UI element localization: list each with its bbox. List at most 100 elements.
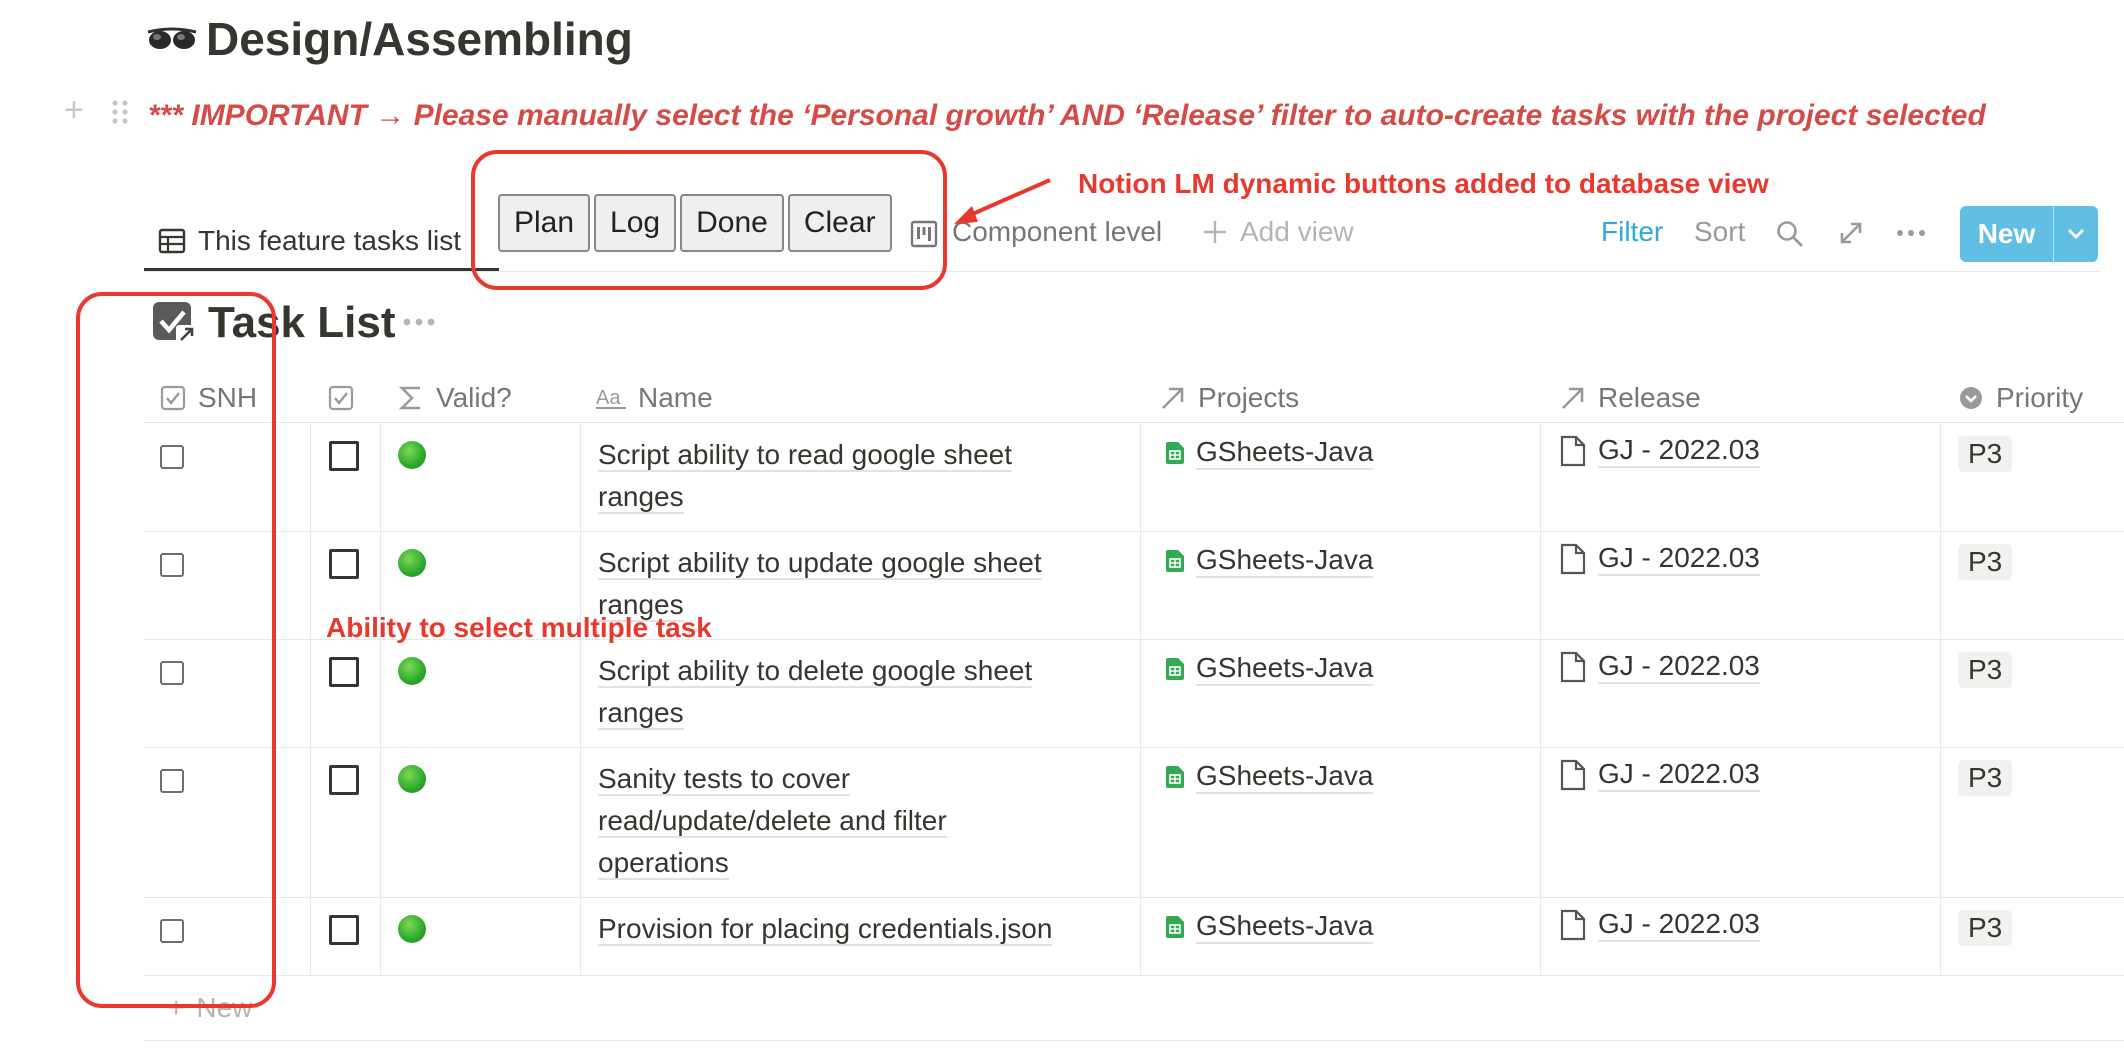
search-icon[interactable] — [1776, 220, 1804, 248]
tab-label: This feature tasks list — [198, 225, 461, 256]
header-divider — [144, 422, 2124, 423]
column-divider — [580, 423, 581, 975]
column-divider — [1940, 423, 1941, 975]
release-relation[interactable]: GJ - 2022.03 — [1560, 758, 1760, 792]
priority-tag[interactable]: P3 — [1958, 760, 2013, 796]
footer-divider — [144, 1040, 2124, 1041]
done-checkbox[interactable] — [329, 657, 359, 687]
google-sheets-icon — [1166, 916, 1184, 938]
task-name[interactable]: Script ability to delete google sheet ra… — [598, 650, 1098, 734]
tab-this-feature-tasks-list[interactable]: This feature tasks list — [146, 210, 461, 272]
add-view-label: Add view — [1240, 216, 1354, 247]
release-name: GJ - 2022.03 — [1598, 908, 1760, 942]
select-property-icon — [1960, 387, 1982, 409]
release-name: GJ - 2022.03 — [1598, 758, 1760, 792]
chevron-down-icon — [2068, 229, 2084, 239]
relation-arrow-icon — [1562, 387, 1584, 409]
column-header-label: Projects — [1198, 382, 1300, 413]
task-name[interactable]: Provision for placing credentials.json — [598, 908, 1098, 950]
add-block-icon[interactable]: + — [64, 93, 94, 127]
checkbox-property-icon — [328, 385, 354, 411]
google-sheets-icon — [1166, 658, 1184, 680]
release-relation[interactable]: GJ - 2022.03 — [1560, 434, 1760, 468]
google-sheets-icon — [1166, 766, 1184, 788]
project-relation[interactable]: GSheets-Java — [1166, 910, 1374, 944]
add-view-button[interactable]: Add view — [1202, 216, 1354, 248]
release-relation[interactable]: GJ - 2022.03 — [1560, 908, 1760, 942]
priority-tag[interactable]: P3 — [1958, 652, 2013, 688]
plus-icon — [1204, 221, 1226, 243]
database-more-icon[interactable] — [402, 316, 436, 328]
column-header-label: Name — [638, 382, 713, 413]
sort-button[interactable]: Sort — [1694, 216, 1745, 248]
text-property-icon: Aa — [596, 387, 626, 409]
column-divider — [380, 423, 381, 975]
priority-tag[interactable]: P3 — [1958, 436, 2013, 472]
column-header-label: Valid? — [436, 382, 512, 413]
tabs-divider — [144, 271, 2100, 272]
table-icon — [158, 228, 186, 254]
project-relation[interactable]: GSheets-Java — [1166, 652, 1374, 686]
column-header-release[interactable]: Release — [1560, 372, 1701, 424]
release-name: GJ - 2022.03 — [1598, 650, 1760, 684]
column-header-checkbox[interactable] — [328, 372, 354, 424]
relation-arrow-icon — [1162, 387, 1184, 409]
annotation-buttons-note: Notion LM dynamic buttons added to datab… — [1078, 168, 1769, 199]
glasses-icon — [147, 27, 197, 49]
release-relation[interactable]: GJ - 2022.03 — [1560, 542, 1760, 576]
row-divider — [144, 747, 2124, 748]
page-icon — [1560, 909, 1586, 941]
annotation-box-select-column — [76, 292, 276, 1008]
filter-button[interactable]: Filter — [1601, 216, 1663, 248]
priority-tag[interactable]: P3 — [1958, 544, 2013, 580]
project-relation[interactable]: GSheets-Java — [1166, 544, 1374, 578]
row-divider — [144, 897, 2124, 898]
drag-handle-icon[interactable] — [110, 98, 130, 126]
google-sheets-icon — [1166, 442, 1184, 464]
valid-indicator-icon — [398, 441, 426, 469]
priority-tag[interactable]: P3 — [1958, 910, 2013, 946]
column-divider — [1140, 423, 1141, 975]
valid-indicator-icon — [398, 549, 426, 577]
project-relation[interactable]: GSheets-Java — [1166, 436, 1374, 470]
column-header-priority[interactable]: Priority — [1958, 372, 2083, 424]
annotation-box-buttons — [471, 150, 947, 290]
new-dropdown-toggle[interactable] — [2054, 206, 2098, 262]
done-checkbox[interactable] — [329, 549, 359, 579]
google-sheets-icon — [1166, 550, 1184, 572]
done-checkbox[interactable] — [329, 765, 359, 795]
annotation-arrow-icon — [954, 178, 1051, 224]
project-name: GSheets-Java — [1196, 436, 1374, 470]
row-divider — [144, 531, 2124, 532]
project-relation[interactable]: GSheets-Java — [1166, 760, 1374, 794]
task-name[interactable]: Script ability to read google sheet rang… — [598, 434, 1098, 518]
svg-text:Aa: Aa — [596, 387, 621, 409]
new-button[interactable]: New — [1960, 206, 2098, 262]
row-divider — [144, 975, 2124, 976]
column-divider — [310, 423, 311, 975]
new-button-label: New — [1960, 206, 2054, 262]
page-title: Design/Assembling — [146, 12, 633, 66]
project-name: GSheets-Java — [1196, 652, 1374, 686]
page-icon — [1560, 435, 1586, 467]
column-header-valid[interactable]: Valid? — [398, 372, 512, 424]
column-header-projects[interactable]: Projects — [1160, 372, 1299, 424]
column-header-name[interactable]: Aa Name — [596, 372, 713, 424]
valid-indicator-icon — [398, 915, 426, 943]
page-icon — [1560, 651, 1586, 683]
important-notice: *** IMPORTANT → Please manually select t… — [148, 99, 1986, 132]
expand-icon[interactable] — [1838, 220, 1864, 246]
release-relation[interactable]: GJ - 2022.03 — [1560, 650, 1760, 684]
release-name: GJ - 2022.03 — [1598, 542, 1760, 576]
column-header-label: Priority — [1996, 382, 2084, 413]
more-options-icon[interactable] — [1896, 220, 1926, 246]
project-name: GSheets-Java — [1196, 910, 1374, 944]
annotation-select-note: Ability to select multiple task — [326, 612, 712, 643]
done-checkbox[interactable] — [329, 915, 359, 945]
valid-indicator-icon — [398, 765, 426, 793]
task-name[interactable]: Sanity tests to cover read/update/delete… — [598, 758, 1038, 884]
column-header-label: Release — [1598, 382, 1701, 413]
done-checkbox[interactable] — [329, 441, 359, 471]
formula-sigma-icon — [398, 386, 420, 410]
project-name: GSheets-Java — [1196, 544, 1374, 578]
